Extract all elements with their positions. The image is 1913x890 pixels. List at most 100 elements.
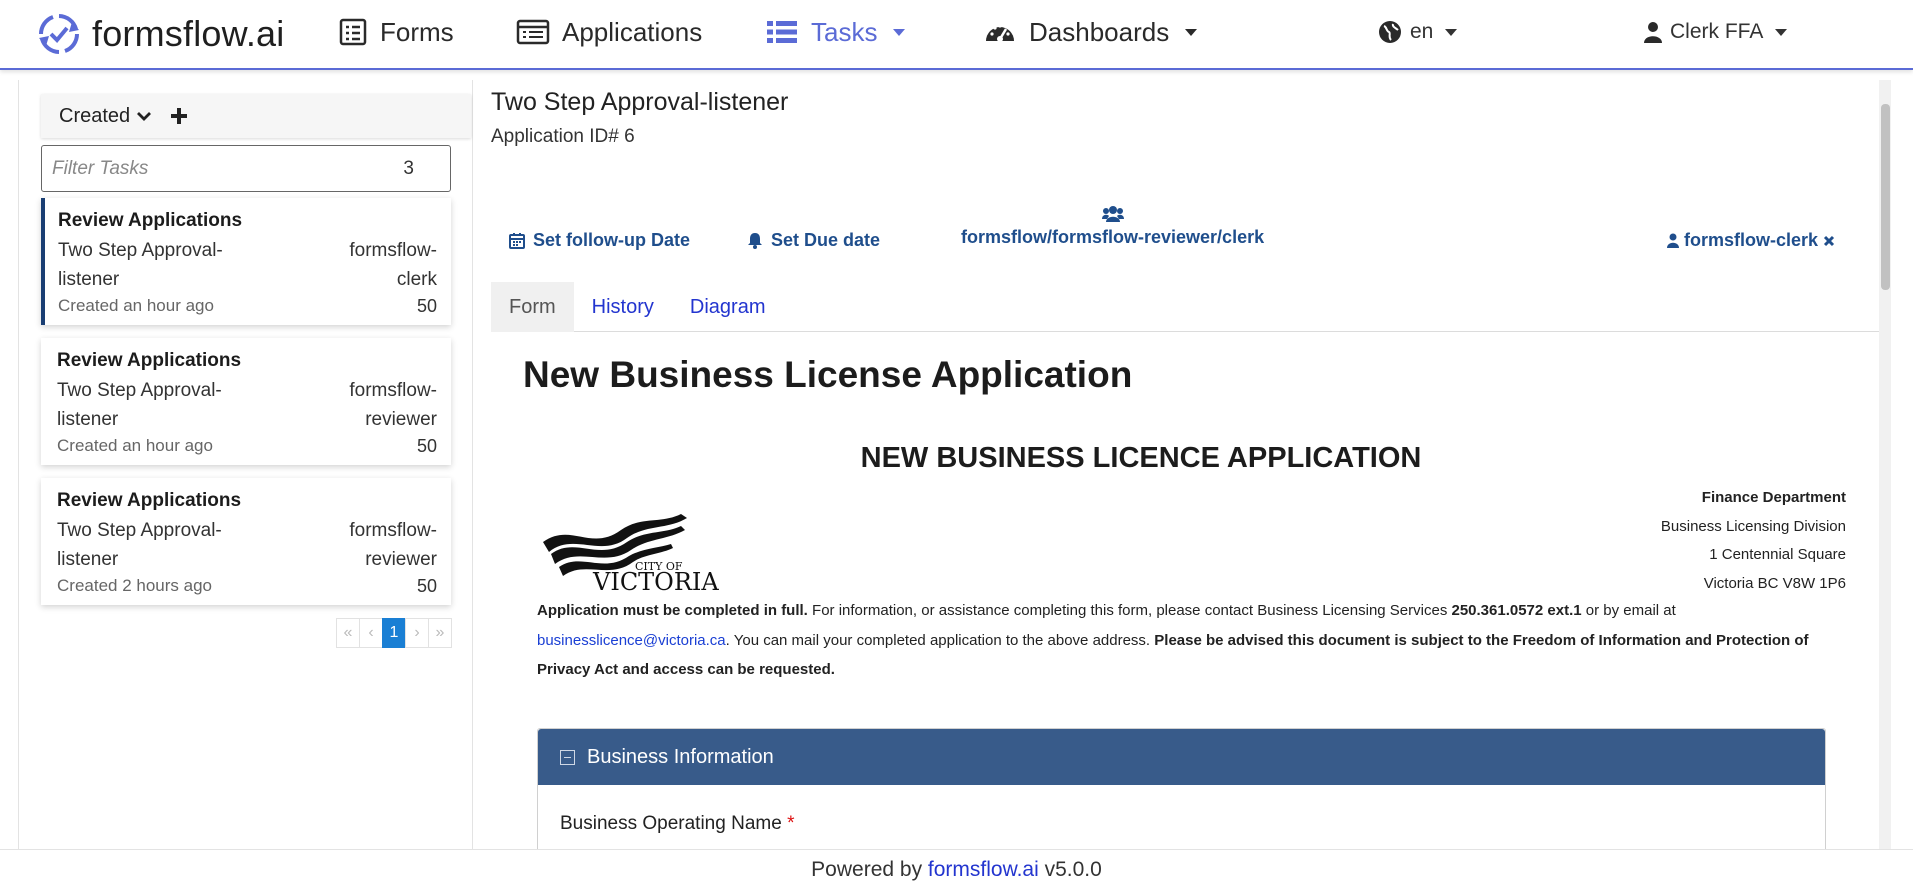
footer-link[interactable]: formsflow.ai [928, 858, 1039, 881]
form-notice: Application must be completed in full. F… [537, 596, 1827, 685]
notice-text-3: . You can mail your completed applicatio… [725, 631, 1155, 649]
top-navbar: formsflow.ai Forms Applications Tasks Da… [0, 0, 1913, 70]
chevron-down-icon [893, 28, 906, 36]
globe-icon [1379, 21, 1401, 43]
groups-button[interactable]: formsflow/formsflow-reviewer/clerk [961, 205, 1264, 248]
formsflow-logo-icon [38, 14, 80, 54]
user-name: Clerk FFA [1670, 20, 1764, 43]
filter-tasks-input[interactable]: Filter Tasks 3 [41, 145, 451, 192]
address-street: 1 Centennial Square [1709, 546, 1846, 563]
pager-prev[interactable]: ‹ [359, 618, 383, 648]
tab-history[interactable]: History [574, 282, 672, 332]
application-id: Application ID# 6 [491, 126, 635, 147]
nav-forms[interactable]: Forms [338, 12, 454, 52]
language-selector[interactable]: en [1378, 16, 1458, 48]
task-title: Review Applications [57, 490, 242, 511]
task-priority: 50 [416, 296, 437, 316]
dashboards-icon [986, 24, 1014, 42]
bell-icon [748, 233, 762, 249]
address-block: Finance Department Business Licensing Di… [1661, 484, 1846, 598]
set-follow-up-button[interactable]: Set follow-up Date [509, 230, 690, 251]
application-title: Two Step Approval-listener [491, 88, 789, 116]
task-name: Two Step Approval-listener [57, 380, 222, 430]
detail-tabs: Form History Diagram [491, 282, 1891, 332]
city-of-victoria-logo: CITY OF VICTORIA [543, 514, 719, 596]
task-assignee: formsflow-clerk [349, 240, 437, 290]
tab-diagram[interactable]: Diagram [672, 282, 784, 332]
scrollbar-thumb[interactable] [1881, 104, 1890, 290]
groups-label: formsflow/formsflow-reviewer/clerk [961, 227, 1265, 247]
form-content: New Business License Application NEW BUS… [491, 332, 1891, 850]
chevron-down-icon [137, 112, 152, 121]
panel-header[interactable]: Business Information [538, 729, 1825, 785]
pager-current[interactable]: 1 [382, 618, 406, 648]
filter-placeholder: Filter Tasks [52, 157, 149, 179]
notice-phone: 250.361.0572 ext.1 [1451, 602, 1582, 619]
nav-applications[interactable]: Applications [516, 12, 702, 52]
applications-icon [516, 19, 550, 45]
form-heading: New Business License Application [523, 354, 1133, 395]
forms-icon [339, 18, 367, 46]
main-frame: Created Filter Tasks 3 Review Applicatio… [18, 80, 1913, 850]
task-created: Created an hour ago [58, 296, 214, 315]
address-dept: Finance Department [1701, 489, 1846, 506]
address-city: Victoria BC V8W 1P6 [1703, 574, 1846, 592]
nav-applications-label: Applications [562, 16, 703, 47]
due-date-label: Set Due date [771, 230, 881, 250]
required-mark: * [787, 813, 795, 834]
brand-name: formsflow.ai [92, 13, 285, 54]
notice-text-1: For information, or assistance completin… [807, 602, 1452, 619]
pager-last[interactable]: » [428, 618, 452, 648]
users-icon [1101, 206, 1124, 222]
task-count: 3 [403, 157, 414, 179]
footer-prefix: Powered by [811, 858, 928, 881]
user-menu[interactable]: Clerk FFA [1644, 16, 1788, 48]
nav-forms-label: Forms [380, 16, 454, 47]
assignee-badge[interactable]: formsflow-clerk [1667, 230, 1835, 251]
notice-bold-1: Application must be completed in full. [537, 602, 808, 619]
brand[interactable]: formsflow.ai [36, 6, 284, 62]
field-label-text: Business Operating Name [560, 813, 782, 834]
user-icon [1644, 22, 1662, 43]
collapse-icon[interactable] [560, 749, 575, 765]
language-label: en [1410, 20, 1434, 43]
task-priority: 50 [416, 576, 437, 596]
follow-up-label: Set follow-up Date [533, 230, 690, 250]
task-priority: 50 [416, 436, 437, 456]
sort-label: Created [59, 104, 131, 127]
tab-form[interactable]: Form [491, 282, 574, 332]
nav-dashboards-label: Dashboards [1029, 16, 1170, 47]
scrollbar[interactable] [1879, 80, 1891, 850]
footer: Powered by formsflow.ai v5.0.0 [0, 849, 1913, 886]
nav-tasks[interactable]: Tasks [765, 12, 906, 52]
task-list-panel: Created Filter Tasks 3 Review Applicatio… [19, 80, 473, 850]
pager-next[interactable]: › [405, 618, 429, 648]
task-card[interactable]: Review Applications Two Step Approval-li… [41, 338, 451, 465]
task-created: Created an hour ago [57, 436, 213, 455]
task-card[interactable]: Review Applications Two Step Approval-li… [41, 478, 451, 605]
task-assignee: formsflow-reviewer [349, 380, 437, 430]
pagination: « ‹ 1 › » [336, 618, 452, 648]
set-due-date-button[interactable]: Set Due date [747, 230, 880, 251]
task-title: Review Applications [58, 210, 243, 231]
sort-dropdown[interactable]: Created [59, 105, 152, 128]
assignee-label: formsflow-clerk [1684, 230, 1819, 250]
task-name: Two Step Approval-listener [58, 240, 223, 290]
calendar-icon [509, 233, 525, 249]
task-card[interactable]: Review Applications Two Step Approval-li… [41, 198, 451, 325]
chevron-down-icon [1185, 28, 1198, 36]
nav-dashboards[interactable]: Dashboards [983, 12, 1198, 52]
tasks-icon [767, 21, 797, 43]
add-sort-icon[interactable] [170, 107, 188, 125]
close-icon[interactable] [1823, 235, 1835, 247]
address-division: Business Licensing Division [1660, 517, 1846, 535]
footer-version: v5.0.0 [1038, 858, 1102, 881]
form-subheading: NEW BUSINESS LICENCE APPLICATION [860, 442, 1422, 474]
user-icon [1667, 233, 1679, 248]
notice-email-link[interactable]: businesslicence@victoria.ca [537, 632, 726, 649]
nav-tasks-label: Tasks [811, 16, 878, 47]
task-name: Two Step Approval-listener [57, 520, 222, 570]
sort-bar: Created [41, 94, 471, 138]
pager-first[interactable]: « [336, 618, 360, 648]
panel-title: Business Information [587, 745, 774, 768]
